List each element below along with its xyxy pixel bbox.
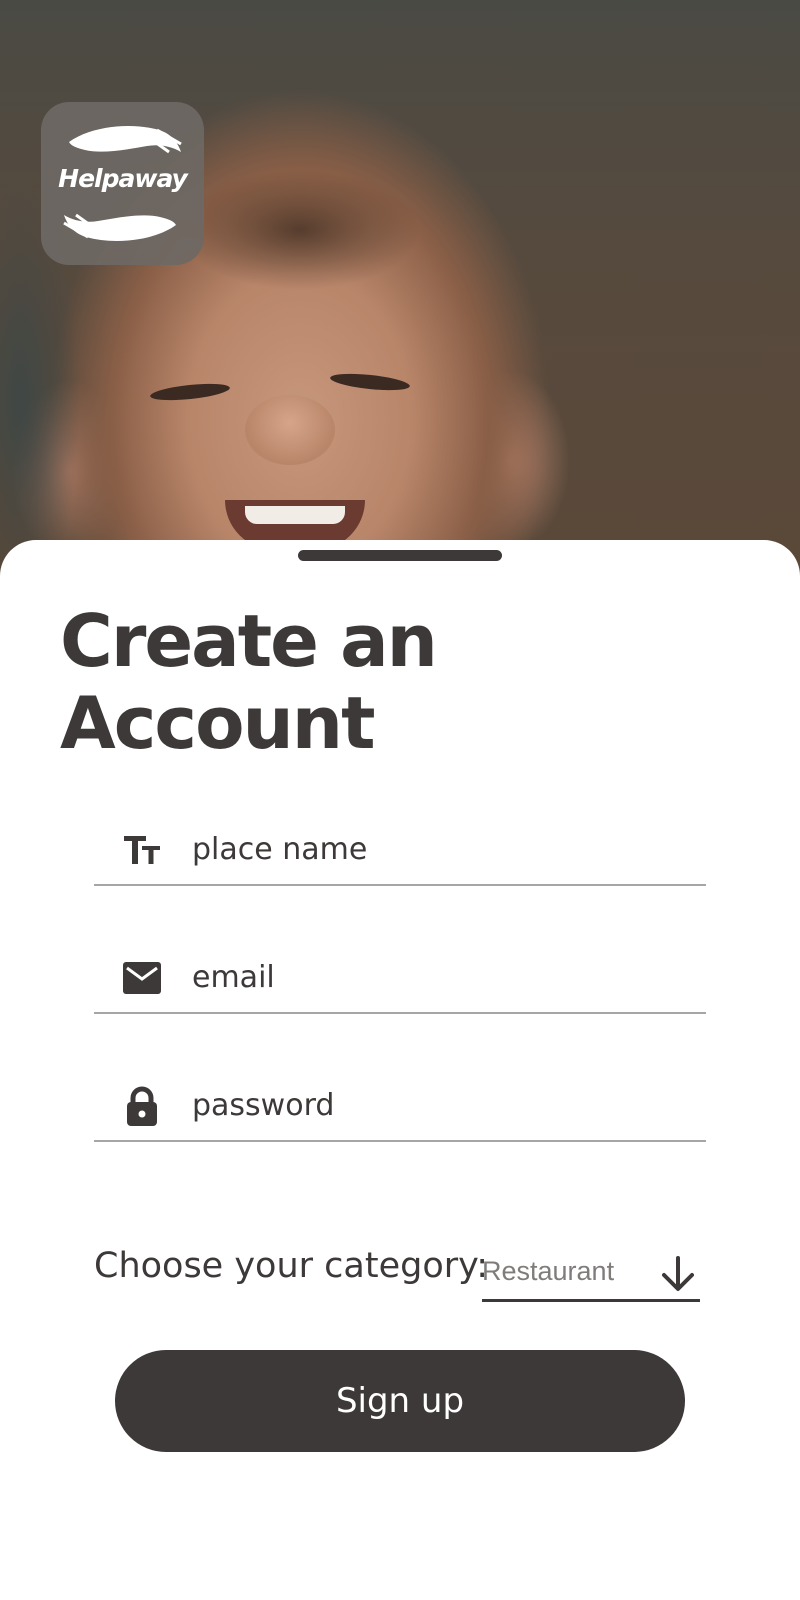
photo-eye-left bbox=[149, 380, 231, 404]
category-label: Choose your category: bbox=[94, 1246, 489, 1286]
place-name-field[interactable]: place name bbox=[94, 796, 706, 886]
hero-photo: Helpaway bbox=[0, 0, 800, 600]
arrow-down-icon bbox=[660, 1254, 696, 1294]
photo-nose bbox=[245, 395, 335, 465]
app-logo: Helpaway bbox=[41, 102, 204, 265]
page-title: Create an Account bbox=[60, 600, 560, 764]
text-size-icon bbox=[122, 830, 162, 870]
place-name-input[interactable]: place name bbox=[192, 832, 367, 867]
email-field[interactable]: email bbox=[94, 924, 706, 1014]
sign-up-button[interactable]: Sign up bbox=[115, 1350, 685, 1452]
email-input[interactable]: email bbox=[192, 960, 275, 995]
signup-sheet: Create an Account place name email passw… bbox=[0, 540, 800, 1600]
password-input[interactable]: password bbox=[192, 1088, 334, 1123]
category-selected-value: Restaurant bbox=[482, 1256, 615, 1286]
photo-teeth bbox=[245, 506, 345, 524]
lock-icon bbox=[122, 1086, 162, 1126]
drag-handle[interactable] bbox=[298, 550, 502, 561]
photo-eye-right bbox=[329, 370, 411, 394]
title-line-2: Account bbox=[60, 681, 375, 765]
title-line-1: Create an bbox=[60, 599, 438, 683]
mail-icon bbox=[122, 958, 162, 998]
category-select[interactable]: Restaurant bbox=[482, 1246, 700, 1302]
logo-text: Helpaway bbox=[58, 164, 188, 193]
password-field[interactable]: password bbox=[94, 1052, 706, 1142]
